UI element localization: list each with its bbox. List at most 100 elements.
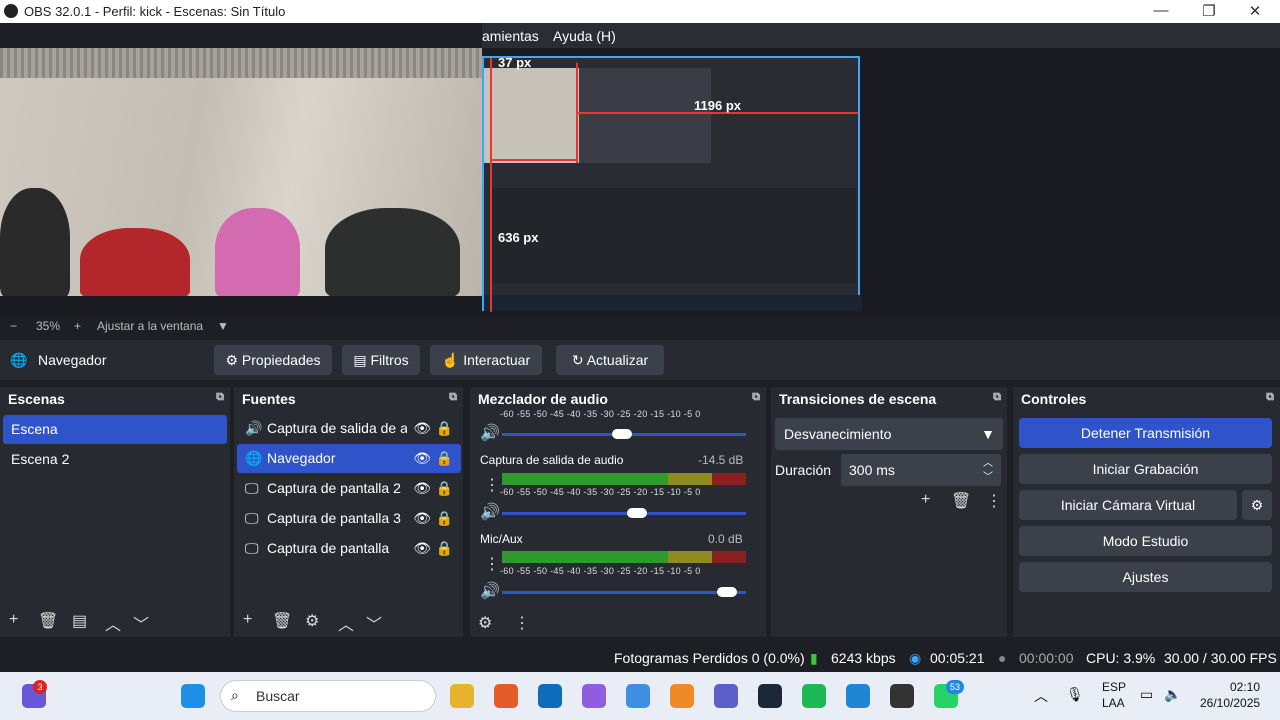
chevron-down-icon[interactable]: ﹀ [133, 611, 149, 635]
chevron-up-icon[interactable]: ︿ [338, 611, 354, 635]
copilot-icon[interactable] [582, 684, 606, 708]
kebab-menu-icon[interactable]: ⋮ [484, 554, 500, 574]
gear-icon[interactable]: ⚙ [305, 611, 319, 631]
lock-icon[interactable]: 🔒 [436, 414, 453, 443]
speaker-icon[interactable]: 🔊 [480, 581, 500, 601]
volume-knob[interactable] [627, 508, 648, 518]
keyboard-layout[interactable]: LAA [1102, 696, 1125, 710]
speaker-icon[interactable]: 🔊 [480, 502, 500, 522]
source-item[interactable]: 🖵 Captura de pantalla 2 👁 🔒 [237, 474, 461, 503]
windows-start-icon[interactable] [181, 684, 205, 708]
filter-icon[interactable]: ▤ [72, 611, 87, 631]
minimize-icon[interactable]: — [1146, 2, 1176, 19]
zoom-out-button[interactable]: − [10, 319, 17, 333]
lock-icon[interactable]: 🔒 [436, 504, 453, 533]
volume-icon[interactable]: 🔈 [1164, 686, 1181, 703]
trash-icon[interactable]: 🗑 [951, 491, 971, 511]
kebab-menu-icon[interactable]: ⋮ [484, 475, 500, 495]
stop-stream-button[interactable]: Detener Transmisión [1019, 418, 1272, 448]
volume-knob[interactable] [717, 587, 738, 597]
popout-icon[interactable]: ⧉ [752, 391, 760, 404]
add-icon[interactable]: + [921, 491, 930, 509]
fps: 30.00 / 30.00 FPS [1164, 650, 1277, 666]
properties-button[interactable]: ⚙ Propiedades [214, 345, 332, 375]
channel-db: 0.0 dB [708, 532, 743, 546]
filters-button[interactable]: ▤ Filtros [342, 345, 420, 375]
chevron-up-icon[interactable]: ︿ [1034, 686, 1048, 706]
popout-icon[interactable]: ⧉ [449, 391, 457, 404]
add-icon[interactable]: + [9, 611, 18, 629]
eye-icon[interactable]: 👁 [413, 444, 431, 473]
volume-knob[interactable] [611, 429, 632, 439]
studio-mode-button[interactable]: Modo Estudio [1019, 526, 1272, 556]
popout-icon[interactable]: ⧉ [1266, 391, 1274, 404]
measure-label: 1196 px [694, 98, 741, 113]
source-item[interactable]: 🖵 Captura de pantalla 3 👁 🔒 [237, 504, 461, 533]
gear-icon[interactable]: ⚙ [478, 613, 492, 633]
gear-icon[interactable]: ⚙ [1242, 490, 1272, 520]
teams-icon[interactable] [714, 684, 738, 708]
fit-window-label[interactable]: Ajustar a la ventana [97, 319, 203, 333]
chevron-down-icon[interactable]: ▼ [217, 319, 229, 333]
trash-icon[interactable]: 🗑 [272, 611, 292, 631]
source-item[interactable]: 🌐 Navegador 👁 🔒 [237, 444, 461, 473]
source-item[interactable]: 🔊Captura de salida de audio👁🔒 [237, 414, 461, 443]
lock-icon[interactable]: 🔒 [436, 534, 453, 563]
trash-icon[interactable]: 🗑 [38, 611, 58, 631]
defender-icon[interactable] [846, 684, 870, 708]
dropped-frames: Fotogramas Perdidos 0 (0.0%) [614, 650, 805, 666]
browser-source-selected[interactable] [482, 56, 862, 311]
spotify-icon[interactable] [802, 684, 826, 708]
volume-slider[interactable] [502, 508, 746, 518]
preview-canvas[interactable]: 37 px 1196 px 636 px [0, 48, 1280, 316]
kebab-menu-icon[interactable]: ⋮ [514, 613, 530, 633]
lock-icon[interactable]: 🔒 [436, 444, 453, 473]
interact-button[interactable]: ☝ Interactuar [430, 345, 542, 375]
eye-icon[interactable]: 👁 [413, 414, 431, 443]
refresh-button[interactable]: ↻ Actualizar [556, 345, 664, 375]
volume-slider[interactable] [502, 587, 746, 597]
chevron-down-icon[interactable]: ﹀ [983, 462, 993, 494]
maximize-icon[interactable]: ❐ [1194, 2, 1224, 20]
taskbar-search[interactable]: ⌕ Buscar [220, 680, 436, 712]
brave-icon[interactable] [494, 684, 518, 708]
monitor-icon: 🖵 [245, 540, 259, 556]
add-icon[interactable]: + [243, 611, 252, 629]
settings-button[interactable]: Ajustes [1019, 562, 1272, 592]
scene-item[interactable]: Escena 2 [3, 445, 227, 474]
scene-item[interactable]: Escena [3, 415, 227, 444]
eye-icon[interactable]: 👁 [413, 534, 431, 563]
lock-icon[interactable]: 🔒 [436, 474, 453, 503]
popout-icon[interactable]: ⧉ [216, 391, 224, 404]
webcam-source[interactable] [0, 48, 482, 296]
outlook-icon[interactable] [538, 684, 562, 708]
obs-icon[interactable] [890, 684, 914, 708]
chevron-up-icon[interactable]: ︿ [105, 611, 121, 635]
start-record-button[interactable]: Iniciar Grabación [1019, 454, 1272, 484]
clock-time[interactable]: 02:10 [1230, 680, 1260, 694]
network-icon[interactable]: ▭ [1140, 686, 1153, 703]
menu-tools[interactable]: amientas [482, 28, 539, 44]
zoom-in-button[interactable]: + [74, 319, 81, 333]
clock-date[interactable]: 26/10/2025 [1200, 696, 1260, 710]
microphone-icon[interactable]: 🎙 [1066, 686, 1084, 703]
eye-icon[interactable]: 👁 [413, 474, 431, 503]
popout-icon[interactable]: ⧉ [993, 391, 1001, 404]
eye-icon[interactable]: 👁 [413, 504, 431, 533]
measure-label: 636 px [498, 230, 539, 245]
language-code[interactable]: ESP [1102, 680, 1126, 694]
source-item[interactable]: 🖵 Captura de pantalla 👁 🔒 [237, 534, 461, 563]
menu-help[interactable]: Ayuda (H) [553, 28, 616, 44]
transition-select[interactable]: Desvanecimiento ▼ [775, 418, 1003, 450]
store-icon[interactable] [626, 684, 650, 708]
kebab-menu-icon[interactable]: ⋮ [986, 491, 1002, 511]
speaker-icon[interactable]: 🔊 [480, 423, 500, 443]
fl-studio-icon[interactable] [670, 684, 694, 708]
file-explorer-icon[interactable] [450, 684, 474, 708]
virtual-camera-button[interactable]: Iniciar Cámara Virtual [1019, 490, 1237, 520]
close-icon[interactable]: ✕ [1240, 2, 1270, 20]
steam-icon[interactable] [758, 684, 782, 708]
chevron-down-icon[interactable]: ﹀ [366, 611, 382, 635]
duration-stepper[interactable]: 300 ms ︿ ﹀ [841, 454, 1001, 486]
volume-slider[interactable] [502, 429, 746, 439]
